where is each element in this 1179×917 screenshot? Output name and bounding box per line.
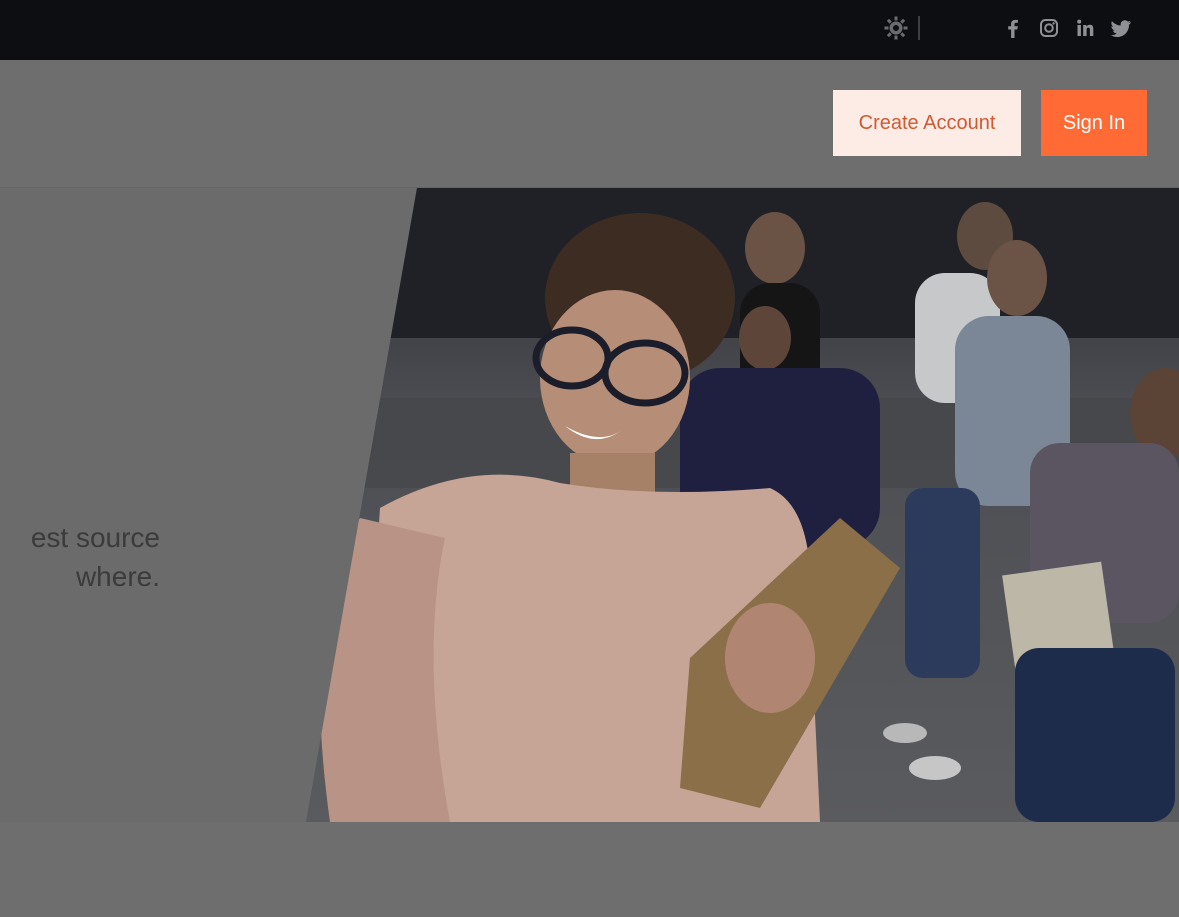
instagram-icon[interactable] xyxy=(1038,17,1060,39)
create-account-button[interactable]: Create Account xyxy=(833,90,1021,156)
theme-divider xyxy=(918,16,920,40)
theme-toggle[interactable] xyxy=(884,16,950,40)
social-links xyxy=(1002,16,1132,40)
hero-image xyxy=(306,188,1179,822)
facebook-icon[interactable] xyxy=(1002,17,1024,39)
linkedin-icon[interactable] xyxy=(1074,17,1096,39)
site-header: Create Account Sign In xyxy=(0,60,1179,188)
top-bar xyxy=(0,0,1179,60)
hero-section: e est source where. xyxy=(0,188,1179,822)
page-footer-area xyxy=(0,822,1179,917)
sign-in-button[interactable]: Sign In xyxy=(1041,90,1147,156)
sun-icon[interactable] xyxy=(884,16,908,40)
moon-icon[interactable] xyxy=(930,18,950,38)
twitter-icon[interactable] xyxy=(1110,17,1132,39)
